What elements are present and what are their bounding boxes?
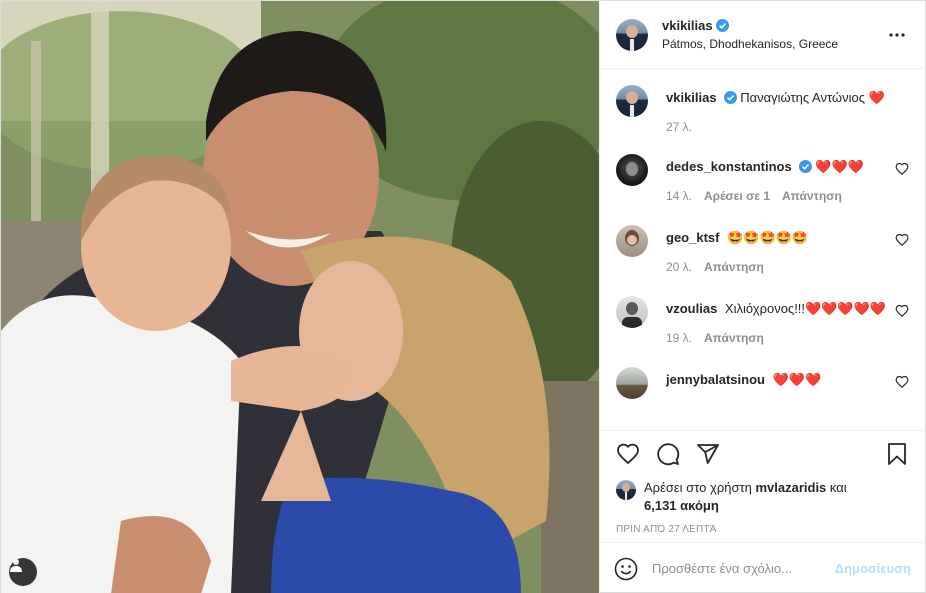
caption-text: Παναγιώτης Αντώνιος ❤️ <box>740 90 885 105</box>
reply-button[interactable]: Απάντηση <box>704 331 764 345</box>
comment-icon <box>657 443 680 466</box>
action-icons <box>616 441 909 467</box>
like-button[interactable] <box>616 442 640 466</box>
likes-count[interactable]: 6,131 ακόμη <box>644 498 719 513</box>
instagram-post: vkikilias Pátmos, Dhodhekanisos, Greece … <box>0 0 926 593</box>
comment-item: jennybalatsinou ❤️❤️❤️ <box>616 367 909 399</box>
heart-icon[interactable] <box>895 233 909 247</box>
comment-body: jennybalatsinou ❤️❤️❤️ <box>666 367 909 389</box>
caption-meta: 27 λ. <box>666 120 909 134</box>
heart-icon[interactable] <box>895 162 909 176</box>
likes-joiner: και <box>829 480 847 495</box>
comment-item: vzoulias Χιλιόχρονος!!!❤️❤️❤️❤️❤️ 19 λ. … <box>616 296 909 345</box>
post-location[interactable]: Pátmos, Dhodhekanisos, Greece <box>662 35 885 53</box>
likes-prefix: Αρέσει στο χρήστη <box>644 480 752 495</box>
comments-list[interactable]: vkikilias Παναγιώτης Αντώνιος ❤️ 27 λ. d… <box>600 69 925 430</box>
caption-username[interactable]: vkikilias <box>666 90 717 105</box>
more-options-button[interactable] <box>885 23 909 47</box>
bookmark-icon <box>888 443 906 465</box>
likes-text: Αρέσει στο χρήστη mvlazaridis και 6,131 … <box>644 479 847 515</box>
post-timestamp[interactable]: ΠΡΙΝ ΑΠΌ 27 ΛΕΠΤΆ <box>616 524 909 535</box>
photo-illustration <box>1 1 599 593</box>
reply-button[interactable]: Απάντηση <box>704 260 764 274</box>
comment-avatar[interactable] <box>616 367 648 399</box>
caption-body: vkikilias Παναγιώτης Αντώνιος ❤️ 27 λ. <box>666 85 909 134</box>
heart-icon[interactable] <box>895 375 909 389</box>
caption-avatar[interactable] <box>616 85 648 117</box>
add-comment-bar: Δημοσίευση <box>600 542 925 593</box>
verified-badge-icon <box>715 18 729 32</box>
liker-avatar[interactable] <box>616 480 636 500</box>
comment-avatar[interactable] <box>616 225 648 257</box>
post-comment-button[interactable]: Δημοσίευση <box>835 561 911 576</box>
author-avatar[interactable] <box>616 18 648 51</box>
comment-username[interactable]: jennybalatsinou <box>666 372 765 387</box>
verified-badge-icon <box>798 160 812 173</box>
more-icon <box>889 32 905 37</box>
comment-username[interactable]: vzoulias <box>666 301 717 316</box>
emoji-icon[interactable] <box>614 557 638 581</box>
comment-item: dedes_konstantinos ❤️❤️❤️ 14 λ. Αρέσει σ… <box>616 154 909 203</box>
comment-body: vzoulias Χιλιόχρονος!!!❤️❤️❤️❤️❤️ 19 λ. … <box>666 296 909 345</box>
liker-username[interactable]: mvlazaridis <box>755 480 826 495</box>
heart-icon[interactable] <box>895 304 909 318</box>
reply-button[interactable]: Απάντηση <box>782 189 842 203</box>
comment-button[interactable] <box>656 442 680 466</box>
author-username[interactable]: vkikilias <box>662 18 713 33</box>
comment-input[interactable] <box>652 561 835 576</box>
comment-avatar[interactable] <box>616 154 648 186</box>
comment-text: ❤️❤️❤️ <box>772 372 822 387</box>
share-icon <box>697 444 719 464</box>
post-header: vkikilias Pátmos, Dhodhekanisos, Greece <box>600 1 925 69</box>
comment-text: 🤩🤩🤩🤩🤩 <box>727 230 809 245</box>
comment-likes-count[interactable]: Αρέσει σε 1 <box>704 189 770 203</box>
post-actions: Αρέσει στο χρήστη mvlazaridis και 6,131 … <box>600 430 925 542</box>
comment-username[interactable]: dedes_konstantinos <box>666 159 792 174</box>
comment-body: dedes_konstantinos ❤️❤️❤️ 14 λ. Αρέσει σ… <box>666 154 909 203</box>
heart-icon <box>617 443 639 465</box>
comment-meta: 14 λ. Αρέσει σε 1 Απάντηση <box>666 189 909 203</box>
user-tag-button[interactable] <box>9 558 37 586</box>
caption: vkikilias Παναγιώτης Αντώνιος ❤️ 27 λ. <box>616 85 909 134</box>
comment-text: ❤️❤️❤️ <box>815 159 864 174</box>
caption-age[interactable]: 27 λ. <box>666 120 692 134</box>
comment-age[interactable]: 19 λ. <box>666 331 692 345</box>
comment-text: Χιλιόχρονος!!!❤️❤️❤️❤️❤️ <box>724 301 886 316</box>
comment-body: geo_ktsf 🤩🤩🤩🤩🤩 20 λ. Απάντηση <box>666 225 909 274</box>
share-button[interactable] <box>696 442 720 466</box>
post-side-panel: vkikilias Pátmos, Dhodhekanisos, Greece … <box>599 1 925 593</box>
comment-meta: 19 λ. Απάντηση <box>666 331 909 345</box>
author-info: vkikilias Pátmos, Dhodhekanisos, Greece <box>662 17 885 53</box>
comment-age[interactable]: 14 λ. <box>666 189 692 203</box>
comment-avatar[interactable] <box>616 296 648 328</box>
comment-meta: 20 λ. Απάντηση <box>666 260 909 274</box>
comment-username[interactable]: geo_ktsf <box>666 230 719 245</box>
verified-badge-icon <box>723 91 737 104</box>
save-button[interactable] <box>885 442 909 466</box>
likes-summary: Αρέσει στο χρήστη mvlazaridis και 6,131 … <box>616 479 909 515</box>
comment-age[interactable]: 20 λ. <box>666 260 692 274</box>
user-tag-icon <box>10 559 22 572</box>
comment-item: geo_ktsf 🤩🤩🤩🤩🤩 20 λ. Απάντηση <box>616 225 909 274</box>
post-photo[interactable] <box>1 1 599 593</box>
